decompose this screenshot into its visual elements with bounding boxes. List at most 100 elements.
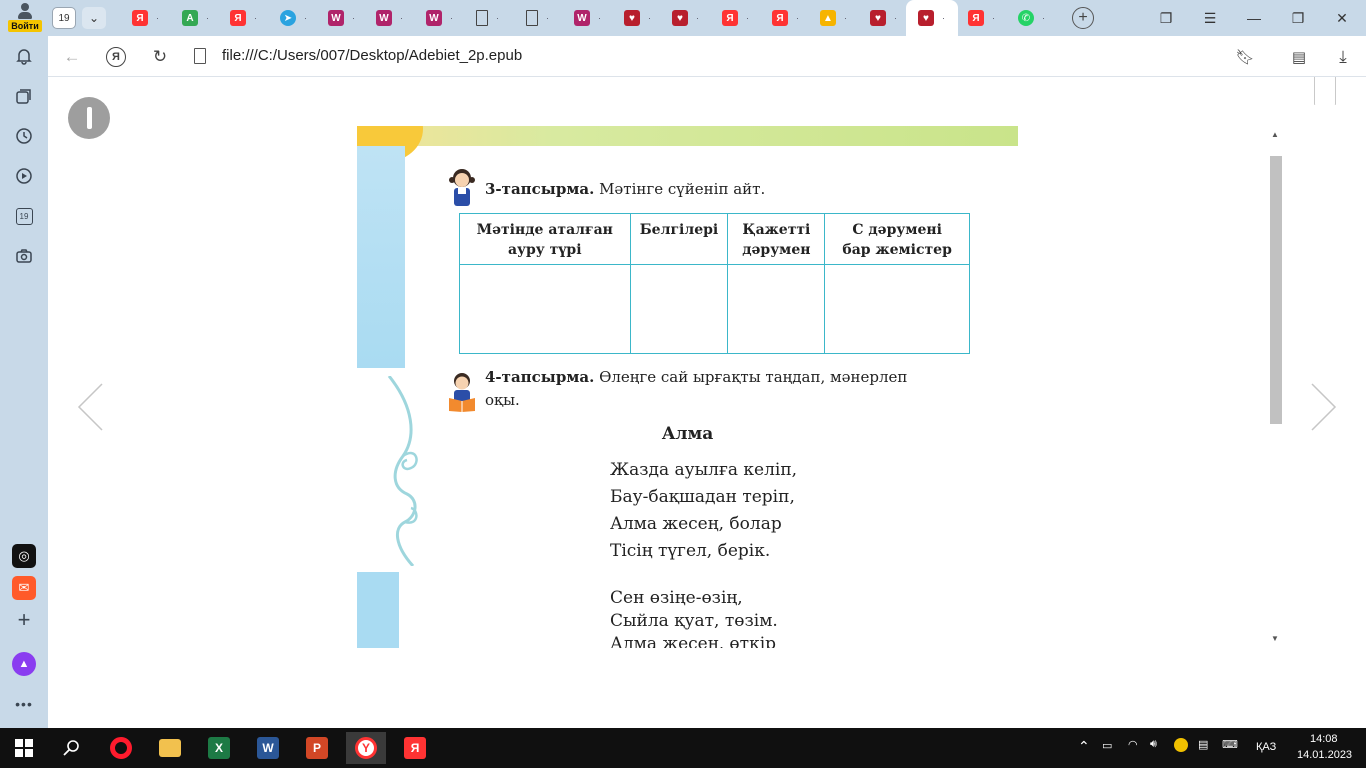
opera-icon: [110, 737, 132, 759]
page-scrollbar[interactable]: ▲ ▼: [1269, 126, 1283, 648]
page-bookmark-ribbon[interactable]: [1314, 77, 1336, 105]
taskbar-opera[interactable]: [101, 732, 141, 764]
more-button[interactable]: •••: [12, 692, 36, 716]
start-button[interactable]: [4, 732, 44, 764]
history-button[interactable]: [12, 124, 36, 148]
collections-icon: [16, 89, 31, 104]
browser-tab[interactable]: ·: [514, 4, 562, 32]
tab-title-truncated: ·: [1042, 13, 1045, 23]
menu-button[interactable]: ☰: [1188, 0, 1232, 36]
taskbar-yandex-browser[interactable]: Y: [346, 732, 386, 764]
bookmark-page-button[interactable]: 🔖︎: [1232, 44, 1258, 70]
tab-title-truncated: ·: [450, 13, 453, 23]
close-window-button[interactable]: ✕: [1320, 0, 1364, 36]
reader-button[interactable]: ▤: [1286, 44, 1312, 70]
screenshot-button[interactable]: [12, 244, 36, 268]
tab-count-button[interactable]: 19: [52, 7, 76, 29]
chevron-down-icon: ⌄: [88, 11, 100, 25]
browser-tab[interactable]: ➤ ·: [268, 4, 316, 32]
browser-tab[interactable]: ▲ ·: [808, 4, 856, 32]
browser-tab[interactable]: A ·: [170, 4, 218, 32]
scrollbar-thumb[interactable]: [1270, 156, 1282, 424]
browser-tab[interactable]: ·: [464, 4, 512, 32]
volume-icon[interactable]: 🔊︎: [1150, 738, 1157, 751]
viewer-menu-toggle[interactable]: [68, 97, 110, 139]
browser-tab[interactable]: ♥ ·: [612, 4, 660, 32]
browser-tab[interactable]: Я ·: [760, 4, 808, 32]
browser-tab[interactable]: W ·: [414, 4, 462, 32]
table-header-row: Мәтінде аталған ауру түрі Белгілері Қажет…: [459, 213, 970, 265]
login-button[interactable]: Войти: [8, 2, 42, 34]
wildberries-icon: W: [426, 10, 442, 26]
girl-illustration: [449, 169, 475, 206]
file-icon: [194, 48, 206, 64]
tab-title-truncated: ·: [844, 13, 847, 23]
browser-tab[interactable]: ✆ ·: [1006, 4, 1054, 32]
back-button[interactable]: ←: [59, 44, 85, 70]
wifi-icon[interactable]: ◠: [1128, 738, 1138, 751]
collections-sidebar-button[interactable]: [12, 84, 36, 108]
browser-tab[interactable]: Я ·: [956, 4, 1004, 32]
url-field[interactable]: file:///C:/Users/007/Desktop/Adebiet_2p.…: [222, 47, 522, 64]
clock-time[interactable]: 14:08: [1310, 733, 1338, 745]
browser-tab[interactable]: Я ·: [218, 4, 266, 32]
minimize-button[interactable]: —: [1232, 0, 1276, 36]
browser-tab[interactable]: W ·: [316, 4, 364, 32]
clock-icon: [16, 128, 32, 144]
downloads-button[interactable]: ⤓: [1330, 44, 1356, 70]
poem-line: Алма жесең, болар: [610, 514, 782, 534]
left-decoration-band-bottom: [357, 572, 399, 648]
yandex-icon: Я: [230, 10, 246, 26]
next-page-button[interactable]: [1310, 382, 1338, 431]
tab-title-truncated: ·: [696, 13, 699, 23]
tabs-dropdown-button[interactable]: ⌄: [82, 7, 106, 29]
app-shortcut-mail[interactable]: ✉: [12, 576, 36, 600]
taskbar-word[interactable]: W: [248, 732, 288, 764]
plus-icon: +: [1078, 9, 1088, 26]
browser-tab[interactable]: W ·: [562, 4, 610, 32]
antivirus-tray-icon[interactable]: [1174, 738, 1188, 755]
task3-label: 3-тапсырма.: [485, 180, 595, 198]
chevron-right-icon: [1311, 383, 1337, 431]
alice-assistant-button[interactable]: ▲: [12, 652, 36, 676]
add-app-button[interactable]: +: [12, 607, 36, 632]
reload-button[interactable]: ↻: [147, 44, 173, 70]
search-button[interactable]: [52, 732, 92, 764]
browser-tab[interactable]: Я ·: [710, 4, 758, 32]
taskbar-file-explorer[interactable]: [150, 732, 190, 764]
collections-button[interactable]: ❐: [1144, 0, 1188, 36]
keyboard-icon[interactable]: ⌨: [1222, 738, 1238, 751]
taskbar-powerpoint[interactable]: P: [297, 732, 337, 764]
video-button[interactable]: [12, 164, 36, 188]
reader-icon: ▤: [1291, 49, 1307, 66]
browser-tab[interactable]: ♥ ·: [906, 0, 958, 36]
notifications-button[interactable]: [12, 44, 36, 68]
battery-icon[interactable]: ▭: [1102, 739, 1112, 752]
clock-date[interactable]: 14.01.2023: [1297, 749, 1352, 761]
table-header-fruits: С дәрумені бар жемістер: [824, 213, 970, 265]
previous-page-button[interactable]: [76, 382, 104, 431]
new-tab-button[interactable]: +: [1072, 7, 1094, 29]
browser-tab[interactable]: ♥ ·: [660, 4, 708, 32]
language-indicator[interactable]: ҚАЗ: [1256, 741, 1276, 753]
shield-icon: ♥: [870, 10, 886, 26]
tabs-sidebar-button[interactable]: 19: [12, 204, 36, 228]
browser-tab[interactable]: Я ·: [120, 4, 168, 32]
tab-strip: Войти 19 ⌄ Я · A · Я · ➤ · W · W · W · · · W · ♥ · ♥ · Я · Я · ▲ · ♥…: [0, 0, 1366, 36]
browser-tab[interactable]: W ·: [364, 4, 412, 32]
shield-icon: ♥: [918, 10, 934, 26]
taskbar-yandex[interactable]: Я: [395, 732, 435, 764]
tab-title-truncated: ·: [254, 13, 257, 23]
scroll-up-icon[interactable]: ▲: [1271, 130, 1279, 139]
table-header-vitamin: Қажетті дәрумен: [727, 213, 826, 265]
browser-tab[interactable]: ♥ ·: [858, 4, 906, 32]
show-hidden-icons-button[interactable]: ⌃: [1078, 738, 1090, 755]
scroll-down-icon[interactable]: ▼: [1271, 634, 1279, 643]
yandex-home-button[interactable]: Я: [103, 44, 129, 70]
app-shortcut-camera[interactable]: ◎: [12, 544, 36, 568]
taskbar-excel[interactable]: X: [199, 732, 239, 764]
action-center-icon[interactable]: ▤: [1198, 738, 1208, 751]
restore-button[interactable]: ❐: [1276, 0, 1320, 36]
task4-heading: 4-тапсырма. Өлеңге сай ырғақты таңдап, м…: [485, 368, 907, 386]
folder-icon: [159, 739, 181, 757]
